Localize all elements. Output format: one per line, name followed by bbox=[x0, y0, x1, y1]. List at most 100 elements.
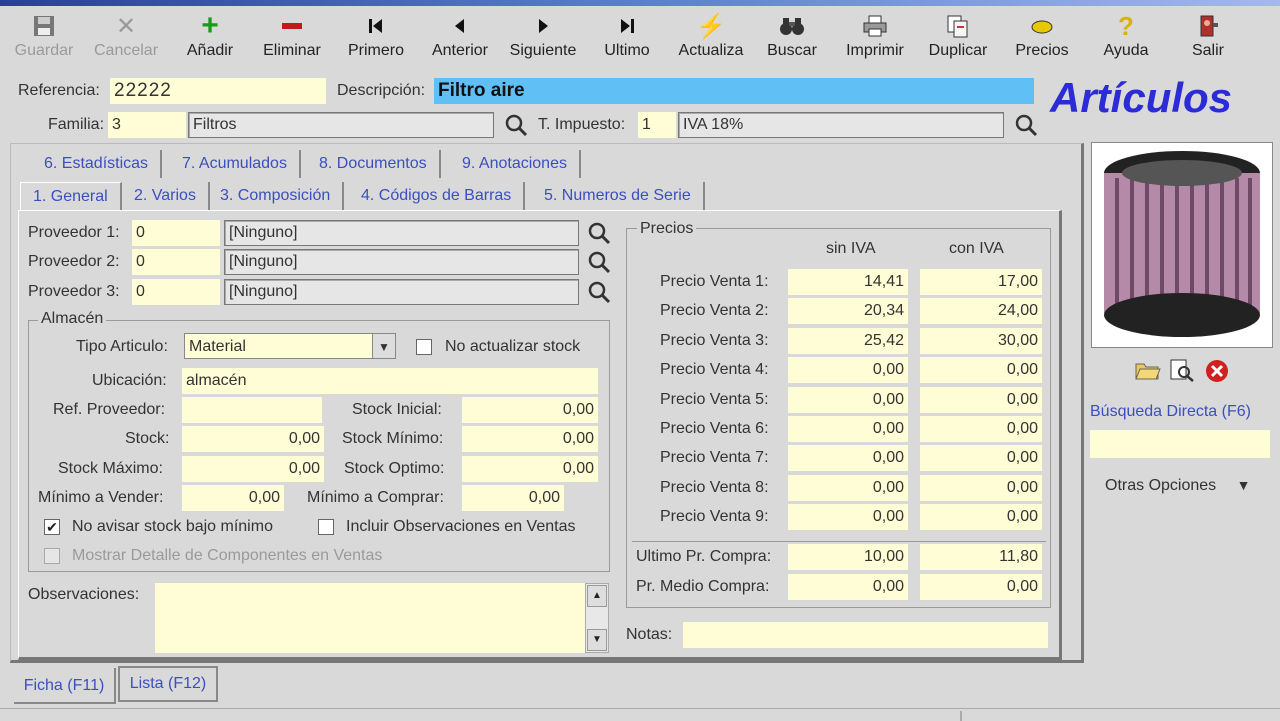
scroll-down-icon[interactable]: ▼ bbox=[587, 629, 607, 651]
exit-button[interactable]: Salir bbox=[1168, 12, 1248, 60]
busqueda-directa-input[interactable] bbox=[1090, 430, 1270, 458]
add-button[interactable]: + Añadir bbox=[170, 9, 250, 60]
precio-venta-6-sin-iva[interactable]: 0,00 bbox=[788, 416, 908, 442]
save-button[interactable]: Guardar bbox=[4, 12, 84, 60]
precio-venta-3-sin-iva[interactable]: 25,42 bbox=[788, 327, 908, 354]
ref-proveedor-input[interactable] bbox=[182, 397, 322, 423]
tab-codigos-barras[interactable]: 4. Códigos de Barras bbox=[349, 182, 526, 210]
precio-venta-1-con-iva[interactable]: 17,00 bbox=[920, 269, 1042, 295]
open-folder-icon[interactable] bbox=[1134, 358, 1162, 382]
minus-icon bbox=[252, 12, 332, 40]
help-label: Ayuda bbox=[1103, 42, 1149, 59]
precio-venta-4-con-iva[interactable]: 0,00 bbox=[920, 357, 1042, 384]
print-button[interactable]: Imprimir bbox=[835, 12, 915, 60]
ultimo-compra-sin-iva[interactable]: 10,00 bbox=[788, 544, 908, 570]
tab-general[interactable]: 1. General bbox=[20, 182, 122, 210]
proveedor-1-code-input[interactable]: 0 bbox=[132, 220, 220, 246]
tab-composicion[interactable]: 3. Composición bbox=[208, 182, 345, 210]
no-avisar-stock-checkbox[interactable]: ✔ bbox=[44, 519, 60, 535]
search-proveedor-2-icon[interactable] bbox=[586, 249, 612, 275]
notas-input[interactable] bbox=[683, 622, 1048, 648]
tab-estadisticas[interactable]: 6. Estadísticas bbox=[32, 150, 163, 178]
precio-venta-8-sin-iva[interactable]: 0,00 bbox=[788, 474, 908, 501]
precio-venta-3-con-iva[interactable]: 30,00 bbox=[920, 327, 1042, 354]
previous-button[interactable]: Anterior bbox=[420, 12, 500, 60]
delete-image-icon[interactable] bbox=[1205, 359, 1229, 383]
referencia-input[interactable]: 22222 bbox=[110, 78, 326, 104]
precio-venta-9-con-iva[interactable]: 0,00 bbox=[920, 504, 1042, 531]
mostrar-detalle-label: Mostrar Detalle de Componentes en Ventas bbox=[72, 547, 383, 564]
preview-document-icon[interactable] bbox=[1168, 358, 1196, 382]
familia-code-input[interactable]: 3 bbox=[108, 112, 186, 138]
precio-venta-6-con-iva[interactable]: 0,00 bbox=[920, 416, 1042, 442]
precio-venta-3-label: Precio Venta 3: bbox=[660, 331, 769, 349]
medio-compra-sin-iva[interactable]: 0,00 bbox=[788, 574, 908, 600]
last-button[interactable]: Ultimo bbox=[587, 12, 667, 60]
search-impuesto-icon[interactable] bbox=[1013, 112, 1039, 138]
impuesto-name-field: IVA 18% bbox=[678, 112, 1004, 138]
proveedor-3-code-input[interactable]: 0 bbox=[132, 279, 220, 305]
ultimo-compra-con-iva[interactable]: 11,80 bbox=[920, 544, 1042, 570]
scroll-up-icon[interactable]: ▲ bbox=[587, 585, 607, 607]
observaciones-scrollbar[interactable]: ▲ ▼ bbox=[585, 583, 609, 653]
precio-venta-1-sin-iva[interactable]: 14,41 bbox=[788, 269, 908, 295]
refresh-button[interactable]: ⚡ Actualiza bbox=[671, 12, 751, 60]
no-actualizar-stock-checkbox[interactable] bbox=[416, 339, 432, 355]
x-icon: ✕ bbox=[115, 12, 137, 40]
stock-minimo-input[interactable]: 0,00 bbox=[462, 426, 598, 452]
tab-anotaciones[interactable]: 9. Anotaciones bbox=[450, 150, 581, 178]
incluir-observaciones-checkbox[interactable] bbox=[318, 519, 334, 535]
tipo-articulo-select[interactable]: Material ▼ bbox=[184, 333, 396, 359]
ref-proveedor-label: Ref. Proveedor: bbox=[53, 401, 166, 418]
search-familia-icon[interactable] bbox=[503, 112, 529, 138]
minimo-comprar-input[interactable]: 0,00 bbox=[462, 485, 564, 511]
stock-inicial-input[interactable]: 0,00 bbox=[462, 397, 598, 423]
precio-venta-2-sin-iva[interactable]: 20,34 bbox=[788, 298, 908, 325]
precio-venta-4-sin-iva[interactable]: 0,00 bbox=[788, 357, 908, 384]
proveedor-2-code-input[interactable]: 0 bbox=[132, 249, 220, 275]
tab-documentos[interactable]: 8. Documentos bbox=[307, 150, 441, 178]
tab-lista[interactable]: Lista (F12) bbox=[118, 666, 218, 702]
tab-numeros-serie[interactable]: 5. Numeros de Serie bbox=[532, 182, 705, 210]
precios-title: Precios bbox=[637, 220, 697, 238]
print-label: Imprimir bbox=[846, 42, 904, 59]
busqueda-directa-label: Búsqueda Directa (F6) bbox=[1090, 403, 1251, 420]
search-proveedor-1-icon[interactable] bbox=[586, 220, 612, 246]
tab-varios[interactable]: 2. Varios bbox=[122, 182, 210, 210]
stock-input[interactable]: 0,00 bbox=[182, 426, 324, 452]
chevron-down-icon[interactable]: ▼ bbox=[372, 334, 395, 358]
referencia-label: Referencia: bbox=[18, 82, 100, 99]
search-button[interactable]: Buscar bbox=[752, 12, 832, 60]
prices-button[interactable]: Precios bbox=[1002, 12, 1082, 60]
precio-venta-7-con-iva[interactable]: 0,00 bbox=[920, 445, 1042, 472]
medio-compra-label: Pr. Medio Compra: bbox=[636, 578, 770, 595]
precio-venta-8-con-iva[interactable]: 0,00 bbox=[920, 474, 1042, 501]
tab-ficha[interactable]: Ficha (F11) bbox=[14, 668, 116, 704]
descripcion-input[interactable]: Filtro aire bbox=[434, 78, 1034, 104]
mostrar-detalle-checkbox[interactable] bbox=[44, 548, 60, 564]
stock-maximo-input[interactable]: 0,00 bbox=[182, 456, 324, 482]
cancel-button[interactable]: ✕ Cancelar bbox=[86, 12, 166, 60]
stock-optimo-input[interactable]: 0,00 bbox=[462, 456, 598, 482]
proveedor-3-label: Proveedor 3: bbox=[28, 283, 120, 300]
air-filter-image bbox=[1104, 151, 1260, 337]
medio-compra-con-iva[interactable]: 0,00 bbox=[920, 574, 1042, 600]
minimo-vender-input[interactable]: 0,00 bbox=[182, 485, 284, 511]
observaciones-textarea[interactable] bbox=[155, 583, 585, 653]
precio-venta-2-con-iva[interactable]: 24,00 bbox=[920, 298, 1042, 325]
next-button[interactable]: Siguiente bbox=[503, 12, 583, 60]
search-proveedor-3-icon[interactable] bbox=[586, 279, 612, 305]
ubicacion-input[interactable]: almacén bbox=[182, 368, 598, 394]
delete-button[interactable]: Eliminar bbox=[252, 12, 332, 60]
tab-acumulados[interactable]: 7. Acumulados bbox=[170, 150, 301, 178]
precio-venta-9-sin-iva[interactable]: 0,00 bbox=[788, 504, 908, 531]
first-button[interactable]: Primero bbox=[336, 12, 416, 60]
duplicate-button[interactable]: Duplicar bbox=[918, 12, 998, 60]
impuesto-code-input[interactable]: 1 bbox=[638, 112, 676, 138]
precio-venta-7-sin-iva[interactable]: 0,00 bbox=[788, 445, 908, 472]
precio-venta-5-con-iva[interactable]: 0,00 bbox=[920, 386, 1042, 413]
precio-venta-5-sin-iva[interactable]: 0,00 bbox=[788, 386, 908, 413]
help-button[interactable]: ? Ayuda bbox=[1086, 11, 1166, 60]
observaciones-label: Observaciones: bbox=[28, 586, 140, 603]
otras-opciones-button[interactable]: Otras Opciones ▼ bbox=[1105, 477, 1250, 495]
